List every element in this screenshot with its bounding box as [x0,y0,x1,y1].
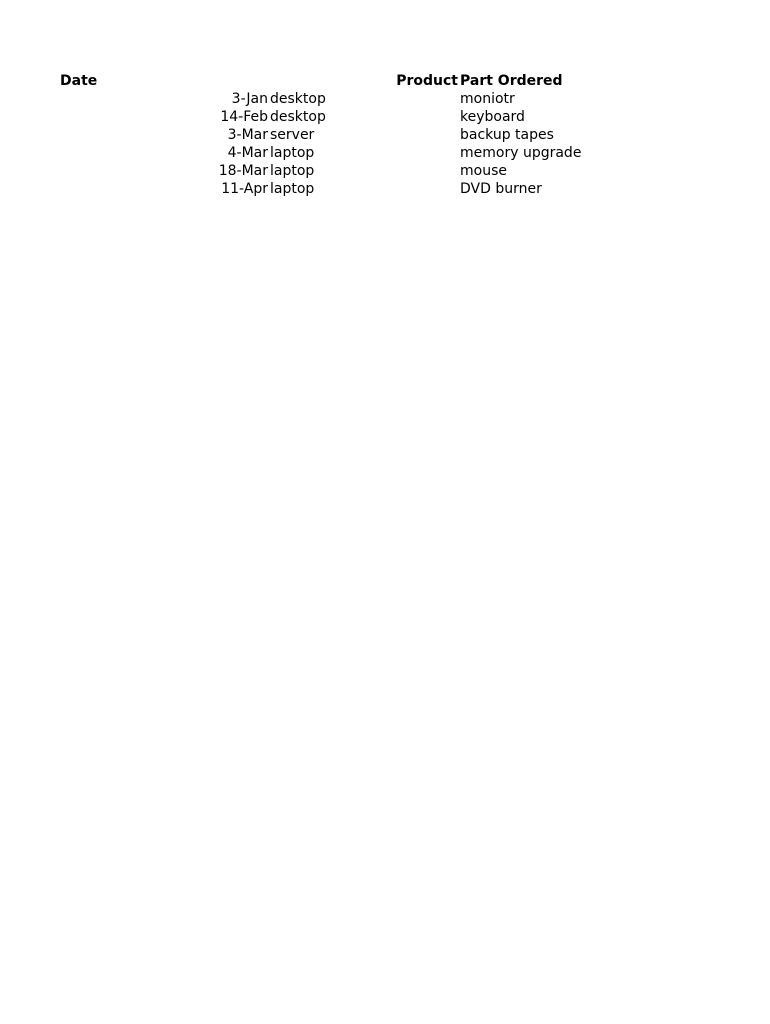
cell-date: 3-Mar [60,126,270,144]
table-row: 3-Mar server backup tapes [60,126,770,144]
cell-part: moniotr [460,90,710,108]
cell-product: laptop [270,162,460,180]
table-row: 4-Mar laptop memory upgrade [60,144,770,162]
header-part: Part Ordered [460,72,710,90]
cell-date: 4-Mar [60,144,270,162]
table-row: 18-Mar laptop mouse [60,162,770,180]
header-product: Product [270,72,460,90]
cell-part: mouse [460,162,710,180]
cell-part: DVD burner [460,180,710,198]
table-header-row: Date Product Part Ordered [60,72,770,90]
header-date: Date [60,72,270,90]
table-row: 11-Apr laptop DVD burner [60,180,770,198]
cell-part: backup tapes [460,126,710,144]
cell-product: server [270,126,460,144]
cell-product: desktop [270,90,460,108]
cell-part: memory upgrade [460,144,710,162]
cell-date: 18-Mar [60,162,270,180]
cell-date: 3-Jan [60,90,270,108]
cell-product: laptop [270,144,460,162]
cell-part: keyboard [460,108,710,126]
table-row: 14-Feb desktop keyboard [60,108,770,126]
order-table: Date Product Part Ordered 3-Jan desktop … [60,72,770,198]
cell-product: laptop [270,180,460,198]
cell-product: desktop [270,108,460,126]
cell-date: 11-Apr [60,180,270,198]
cell-date: 14-Feb [60,108,270,126]
table-row: 3-Jan desktop moniotr [60,90,770,108]
